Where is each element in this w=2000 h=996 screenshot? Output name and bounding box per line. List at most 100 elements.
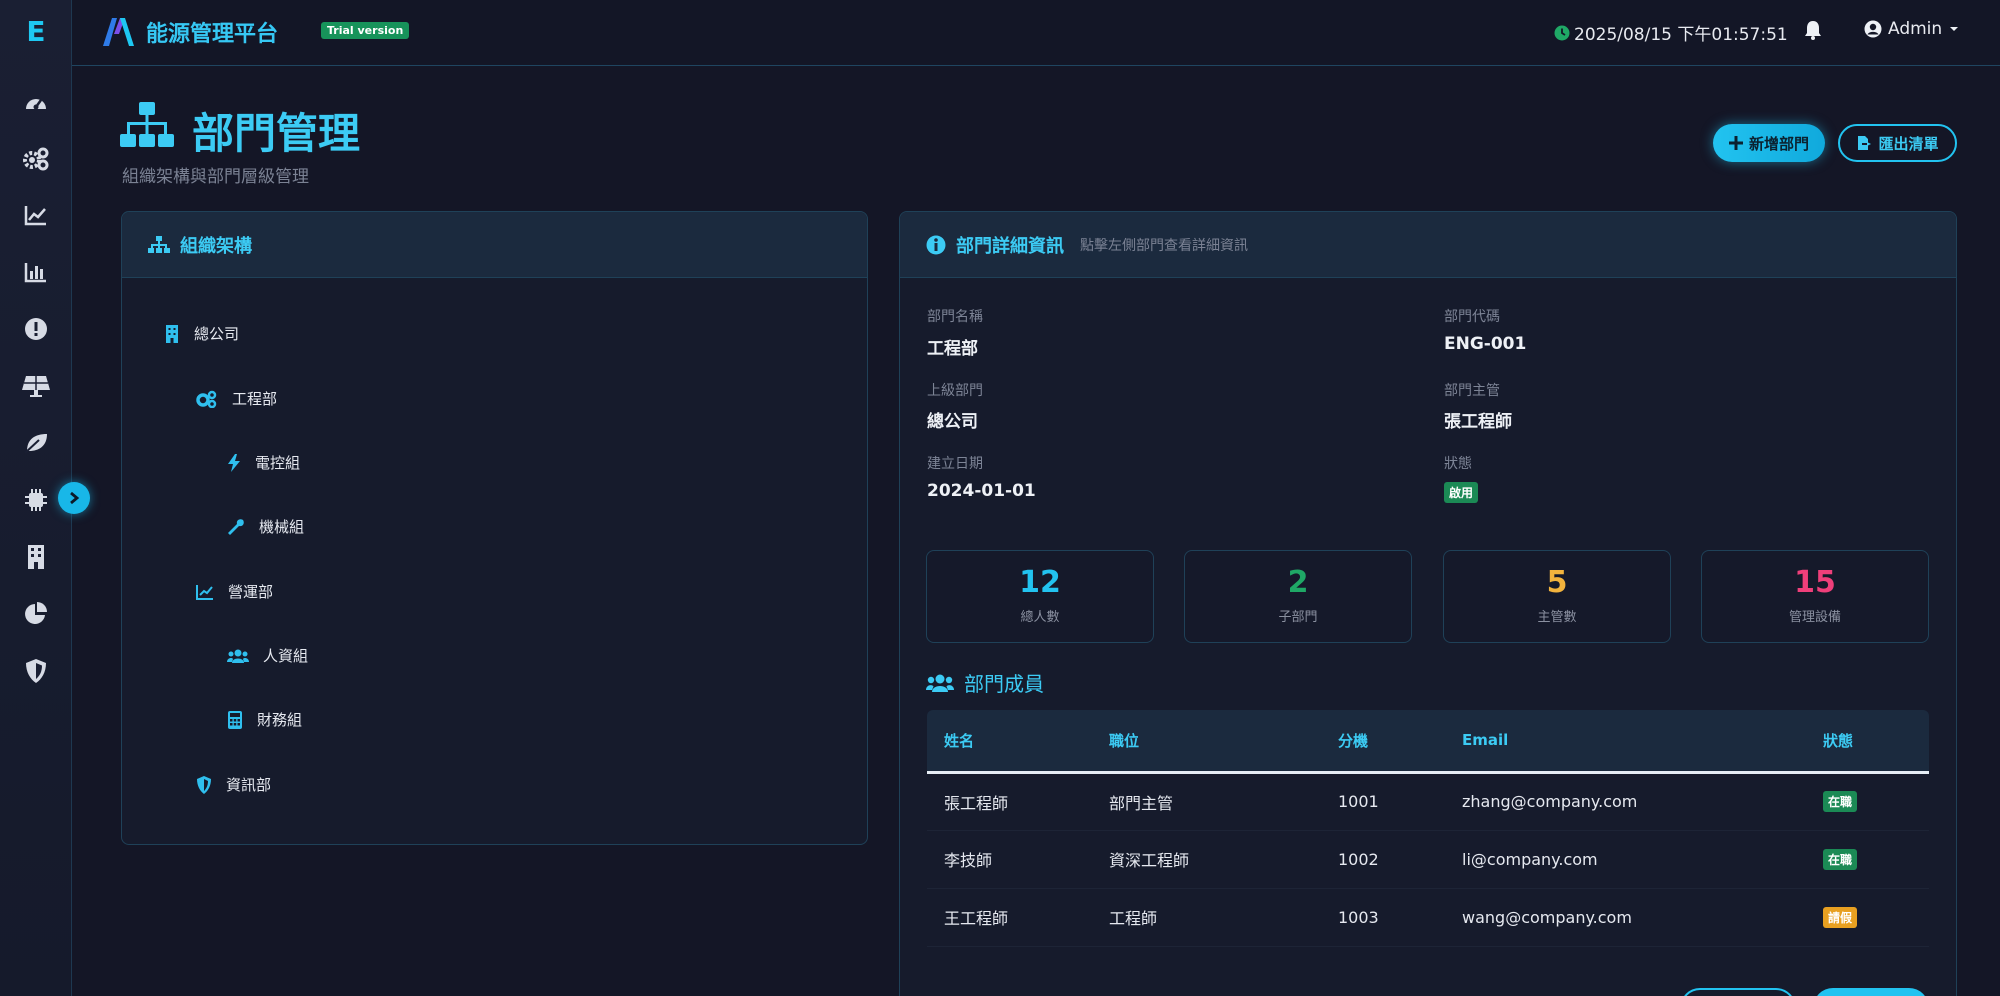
info-icon: [926, 235, 946, 254]
stat-value: 12: [1019, 565, 1061, 600]
shield-icon[interactable]: [20, 655, 52, 687]
member-name: 李技師: [927, 830, 1092, 889]
member-name: 張工程師: [927, 772, 1092, 831]
table-row[interactable]: 李技師 資深工程師 1002 li@company.com 在職: [927, 830, 1929, 889]
stat-label: 主管數: [1537, 610, 1577, 625]
solar-panel-icon[interactable]: [20, 370, 52, 402]
members-title-text: 部門成員: [964, 672, 1044, 696]
col-status[interactable]: 狀態: [1806, 710, 1929, 774]
parent-dept-value: 總公司: [927, 412, 978, 432]
table-row[interactable]: 張工程師 部門主管 1001 zhang@company.com 在職: [927, 772, 1929, 831]
pie-chart-icon[interactable]: [20, 598, 52, 630]
dashboard-icon[interactable]: [20, 88, 52, 120]
alert-icon[interactable]: [20, 313, 52, 345]
members-table-header: 姓名 職位 分機 Email 狀態: [927, 710, 1929, 774]
line-chart-icon[interactable]: [20, 199, 52, 231]
status-badge-text: 啟用: [1444, 482, 1479, 503]
stat-value: 2: [1287, 565, 1309, 600]
user-menu[interactable]: Admin: [1864, 19, 1960, 39]
datetime-display: 2025/08/15 下午01:57:51: [1554, 20, 1788, 45]
users-icon: [926, 674, 954, 692]
tree-node-label: 資訊部: [226, 776, 272, 794]
file-export-icon: [1858, 136, 1872, 150]
col-name[interactable]: 姓名: [927, 710, 1092, 774]
export-list-button[interactable]: 匯出清單: [1838, 124, 1957, 162]
app-logo[interactable]: [100, 14, 136, 52]
col-email[interactable]: Email: [1445, 710, 1806, 774]
tree-node-label: 電控組: [255, 454, 301, 472]
building-icon[interactable]: [20, 541, 52, 573]
member-extension: 1003: [1321, 888, 1445, 947]
tree-node-label: 總公司: [194, 325, 240, 343]
clock-icon: [1554, 25, 1570, 40]
col-extension[interactable]: 分機: [1321, 710, 1445, 774]
member-name: 王工程師: [927, 888, 1092, 947]
export-list-label: 匯出清單: [1878, 134, 1939, 153]
add-department-label: 新增部門: [1748, 134, 1809, 153]
stat-label: 子部門: [1278, 610, 1318, 625]
chip-icon[interactable]: [20, 484, 52, 516]
notification-bell-icon[interactable]: [1804, 20, 1822, 44]
bolt-icon: [228, 453, 240, 472]
sitemap-icon: [120, 102, 174, 154]
app-title: 能源管理平台: [146, 22, 279, 47]
manager-label: 部門主管: [1444, 383, 1500, 399]
plus-icon: [1728, 136, 1743, 150]
secondary-action-button[interactable]: [1680, 988, 1796, 996]
member-status-badge: 在職: [1823, 848, 1858, 870]
table-row[interactable]: 王工程師 工程師 1003 wang@company.com 請假: [927, 888, 1929, 947]
member-email: li@company.com: [1445, 830, 1806, 889]
user-circle-icon: [1864, 20, 1882, 38]
stat-value: 5: [1546, 565, 1568, 600]
member-extension: 1001: [1321, 772, 1445, 831]
users-icon: [227, 649, 249, 663]
dept-code-label: 部門代碼: [1444, 309, 1500, 325]
member-status-badge: 在職: [1823, 791, 1858, 812]
created-date-value: 2024-01-01: [927, 481, 1036, 501]
chevron-right-icon: [70, 491, 80, 505]
user-name: Admin: [1888, 19, 1943, 39]
add-department-button[interactable]: 新增部門: [1713, 124, 1825, 162]
member-position: 資深工程師: [1092, 830, 1321, 889]
top-header: 能源管理平台 Trial version 2025/08/15 下午01:57:…: [72, 0, 2000, 66]
org-tree-title: 組織架構: [180, 235, 252, 257]
calculator-icon: [228, 710, 242, 729]
tree-node-hr[interactable]: 人資組: [227, 645, 308, 666]
leaf-icon[interactable]: [20, 427, 52, 459]
tree-node-label: 人資組: [263, 647, 309, 665]
primary-action-button[interactable]: [1813, 988, 1929, 996]
member-extension: 1002: [1321, 830, 1445, 889]
cogs-icon[interactable]: [20, 143, 52, 175]
tree-node-finance[interactable]: 財務組: [227, 709, 302, 730]
building-icon: [166, 324, 178, 343]
bar-chart-icon[interactable]: [20, 256, 52, 288]
created-date-label: 建立日期: [927, 456, 983, 472]
stat-managers: 5 主管數: [1443, 550, 1671, 643]
stat-total-members: 12 總人數: [926, 550, 1154, 643]
sidebar-toggle-button[interactable]: [58, 482, 90, 514]
tree-node-headquarters[interactable]: 總公司: [164, 323, 239, 344]
manager-value: 張工程師: [1444, 412, 1512, 432]
sidebar-logo[interactable]: E: [0, 12, 72, 52]
stat-value: 15: [1794, 565, 1836, 600]
member-position: 工程師: [1092, 888, 1321, 947]
stat-label: 總人數: [1020, 610, 1060, 625]
tree-node-electrical[interactable]: 電控組: [227, 452, 300, 473]
tree-node-engineering[interactable]: 工程部: [196, 388, 277, 409]
status-badge: 啟用: [1444, 482, 1479, 503]
member-status: 在職: [1806, 830, 1929, 889]
detail-hint: 點擊左側部門查看詳細資訊: [1080, 237, 1248, 254]
member-status: 在職: [1806, 772, 1929, 831]
tree-node-mechanical[interactable]: 機械組: [227, 516, 304, 537]
sidebar: E: [0, 0, 90, 996]
col-position[interactable]: 職位: [1092, 710, 1321, 774]
detail-title: 部門詳細資訊: [956, 235, 1064, 257]
members-section-title: 部門成員: [926, 668, 1044, 697]
member-email: wang@company.com: [1445, 888, 1806, 947]
caret-down-icon: [1950, 27, 1959, 31]
tree-node-it[interactable]: 資訊部: [196, 774, 271, 795]
org-tree-header: 組織架構: [122, 212, 867, 278]
page-subtitle: 組織架構與部門層級管理: [122, 167, 309, 187]
tree-node-operations[interactable]: 營運部: [196, 581, 273, 602]
datetime-text: 2025/08/15 下午01:57:51: [1574, 25, 1788, 45]
